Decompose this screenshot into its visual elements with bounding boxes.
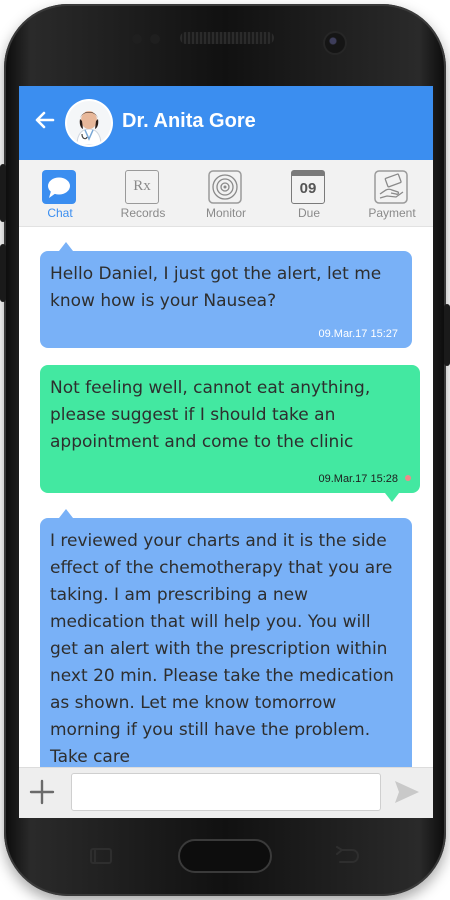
tab-payment[interactable]: Payment xyxy=(351,166,433,224)
earpiece-speaker xyxy=(180,32,274,44)
plus-icon[interactable] xyxy=(29,779,55,805)
tab-bar: Chat Rx Records Monitor 09 Due Payment xyxy=(19,160,433,227)
message-list: Hello Daniel, I just got the alert, let … xyxy=(19,227,433,767)
message-bubble-doctor[interactable]: Hello Daniel, I just got the alert, let … xyxy=(40,251,412,348)
volume-button xyxy=(0,164,6,222)
read-status-dot xyxy=(405,475,411,481)
bixby-button xyxy=(0,244,6,302)
doctor-name: Dr. Anita Gore xyxy=(122,110,256,132)
doctor-avatar[interactable] xyxy=(67,101,111,145)
message-text: Hello Daniel, I just got the alert, let … xyxy=(50,264,382,311)
tab-due[interactable]: 09 Due xyxy=(268,166,350,224)
chat-bubble-icon xyxy=(42,170,76,204)
calendar-icon: 09 xyxy=(291,170,325,204)
rx-icon: Rx xyxy=(125,170,159,204)
bubble-tail xyxy=(385,493,399,502)
message-text: Not feeling well, cannot eat anything, p… xyxy=(50,378,371,452)
power-button xyxy=(444,304,450,366)
tab-chat[interactable]: Chat xyxy=(19,166,101,224)
light-sensor xyxy=(150,34,160,44)
tab-chat-label: Chat xyxy=(47,206,73,220)
tab-payment-label: Payment xyxy=(368,206,416,220)
tab-due-label: Due xyxy=(297,206,320,220)
tab-monitor[interactable]: Monitor xyxy=(185,166,267,224)
tab-records[interactable]: Rx Records xyxy=(102,166,184,224)
doctor-avatar-image xyxy=(67,101,111,145)
calendar-day: 09 xyxy=(299,180,317,197)
message-input[interactable] xyxy=(71,773,381,811)
app-screen: Dr. Anita Gore Chat Rx Records Monitor 0… xyxy=(19,86,433,818)
home-button[interactable] xyxy=(178,839,272,873)
back-nav-icon[interactable] xyxy=(334,846,360,866)
payment-hand-icon xyxy=(374,170,408,204)
tab-monitor-label: Monitor xyxy=(205,206,246,220)
proximity-sensor xyxy=(132,34,142,44)
back-arrow-icon[interactable] xyxy=(33,108,57,132)
bubble-tail xyxy=(59,242,73,251)
send-icon[interactable] xyxy=(393,779,421,805)
message-timestamp: 09.Mar.17 15:27 xyxy=(318,328,398,340)
target-icon xyxy=(208,170,242,204)
tab-records-label: Records xyxy=(120,206,166,220)
rx-icon-text: Rx xyxy=(133,178,151,194)
bubble-tail xyxy=(59,509,73,518)
message-bubble-patient[interactable]: Not feeling well, cannot eat anything, p… xyxy=(40,365,420,493)
front-camera xyxy=(325,33,345,53)
message-bubble-doctor[interactable]: I reviewed your charts and it is the sid… xyxy=(40,518,412,767)
recent-apps-icon[interactable] xyxy=(90,848,112,864)
composer-bar xyxy=(19,767,433,818)
message-timestamp: 09.Mar.17 15:28 xyxy=(318,473,398,485)
message-text: I reviewed your charts and it is the sid… xyxy=(50,531,394,767)
chat-header: Dr. Anita Gore xyxy=(19,86,433,160)
